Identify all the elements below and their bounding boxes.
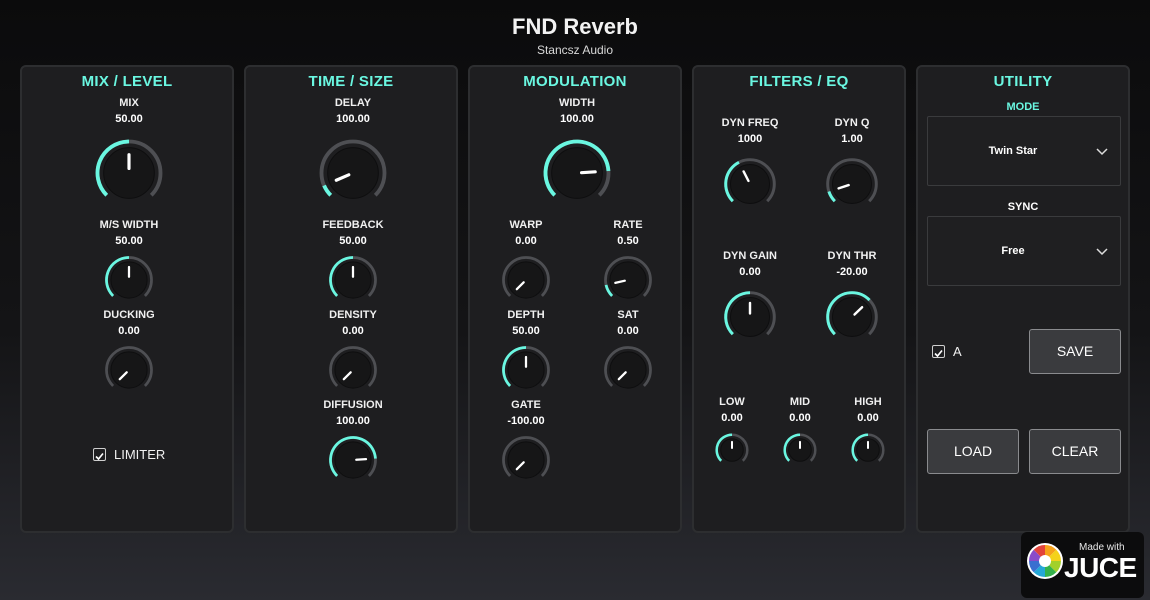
mode-selected-value: Twin Star <box>988 145 1038 157</box>
depth-knob[interactable] <box>501 345 551 395</box>
mix-knob[interactable] <box>94 138 164 208</box>
width-knob[interactable] <box>542 138 612 208</box>
diffusion-knob-label: DIFFUSION <box>323 399 383 411</box>
modulation-title: MODULATION <box>523 73 627 90</box>
delay-knob-label: DELAY <box>334 97 372 109</box>
width-knob-value: 100.00 <box>560 113 594 125</box>
delay-knob[interactable] <box>318 138 388 208</box>
limiter-label: LIMITER <box>114 447 166 462</box>
dyn-q-knob[interactable] <box>825 157 879 211</box>
dyn-q-knob-label: DYN Q <box>834 117 870 129</box>
mix-knob-value: 50.00 <box>115 113 143 125</box>
high-knob[interactable] <box>851 433 885 467</box>
sync-label: SYNC <box>1007 201 1039 213</box>
density-knob-value: 0.00 <box>342 325 364 337</box>
filters-eq-title: FILTERS / EQ <box>749 73 849 90</box>
utility-title: UTILITY <box>993 73 1053 90</box>
dyn-thr-knob[interactable] <box>825 290 879 344</box>
rate-knob[interactable] <box>603 255 653 305</box>
feedback-knob-label: FEEDBACK <box>322 219 384 231</box>
ms-width-knob-label: M/S WIDTH <box>99 219 159 231</box>
checkmark-icon <box>95 452 104 461</box>
high-knob-label: HIGH <box>854 396 882 408</box>
sat-knob-label: SAT <box>617 309 639 321</box>
chevron-down-icon <box>1096 248 1108 256</box>
dyn-freq-knob[interactable] <box>723 157 777 211</box>
made-with-juce-badge[interactable]: Made with JUCE <box>1021 532 1144 598</box>
gate-knob[interactable] <box>501 435 551 485</box>
plugin-vendor: Stancsz Audio <box>536 43 614 57</box>
modulation-panel: MODULATION WIDTH 100.00 WARP 0.00 RATE 0… <box>468 65 682 533</box>
dyn-thr-knob-value: -20.00 <box>836 266 868 278</box>
rate-knob-value: 0.50 <box>617 235 639 247</box>
dyn-q-knob-value: 1.00 <box>841 133 863 145</box>
filters-eq-panel: FILTERS / EQ DYN FREQ 1000 DYN Q 1.00 DY… <box>692 65 906 533</box>
sat-knob[interactable] <box>603 345 653 395</box>
save-button[interactable]: SAVE <box>1029 329 1121 374</box>
ducking-knob-label: DUCKING <box>103 309 155 321</box>
diffusion-knob-value: 100.00 <box>336 415 370 427</box>
juce-logo-icon <box>1027 543 1063 579</box>
low-knob[interactable] <box>715 433 749 467</box>
juce-wordmark: JUCE <box>1064 552 1137 583</box>
time-size-panel: TIME / SIZE DELAY 100.00 FEEDBACK 50.00 … <box>244 65 458 533</box>
mix-level-panel: MIX / LEVEL MIX 50.00 M/S WIDTH 50.00 DU… <box>20 65 234 533</box>
limiter-checkbox[interactable] <box>93 448 106 461</box>
density-knob-label: DENSITY <box>329 309 377 321</box>
ducking-knob[interactable] <box>104 345 154 395</box>
width-knob-label: WIDTH <box>558 97 596 109</box>
warp-knob[interactable] <box>501 255 551 305</box>
chevron-down-icon <box>1096 148 1108 156</box>
high-knob-value: 0.00 <box>857 412 879 424</box>
mode-label: MODE <box>1006 101 1040 113</box>
ab-toggle-label: A <box>953 344 962 359</box>
mid-knob[interactable] <box>783 433 817 467</box>
clear-button[interactable]: CLEAR <box>1029 429 1121 474</box>
ms-width-knob[interactable] <box>104 255 154 305</box>
time-size-title: TIME / SIZE <box>308 73 394 90</box>
dyn-gain-knob[interactable] <box>723 290 777 344</box>
feedback-knob[interactable] <box>328 255 378 305</box>
gate-knob-label: GATE <box>511 399 541 411</box>
diffusion-knob[interactable] <box>328 435 378 485</box>
ducking-knob-value: 0.00 <box>118 325 140 337</box>
sync-selected-value: Free <box>1001 245 1025 257</box>
dyn-thr-knob-label: DYN THR <box>827 250 877 262</box>
rate-knob-label: RATE <box>613 219 643 231</box>
ab-toggle-checkbox[interactable] <box>932 345 945 358</box>
sync-dropdown[interactable]: Free <box>927 216 1121 286</box>
mode-dropdown[interactable]: Twin Star <box>927 116 1121 186</box>
ms-width-knob-value: 50.00 <box>115 235 143 247</box>
density-knob[interactable] <box>328 345 378 395</box>
gate-knob-value: -100.00 <box>507 415 545 427</box>
load-button[interactable]: LOAD <box>927 429 1019 474</box>
checkmark-icon <box>934 349 943 358</box>
plugin-title: FND Reverb <box>512 14 638 39</box>
delay-knob-value: 100.00 <box>336 113 370 125</box>
feedback-knob-value: 50.00 <box>339 235 367 247</box>
mix-knob-label: MIX <box>119 97 139 109</box>
utility-panel: UTILITY MODE Twin Star SYNC Free A SAVE … <box>916 65 1130 533</box>
sat-knob-value: 0.00 <box>617 325 639 337</box>
mix-level-title: MIX / LEVEL <box>81 73 173 90</box>
